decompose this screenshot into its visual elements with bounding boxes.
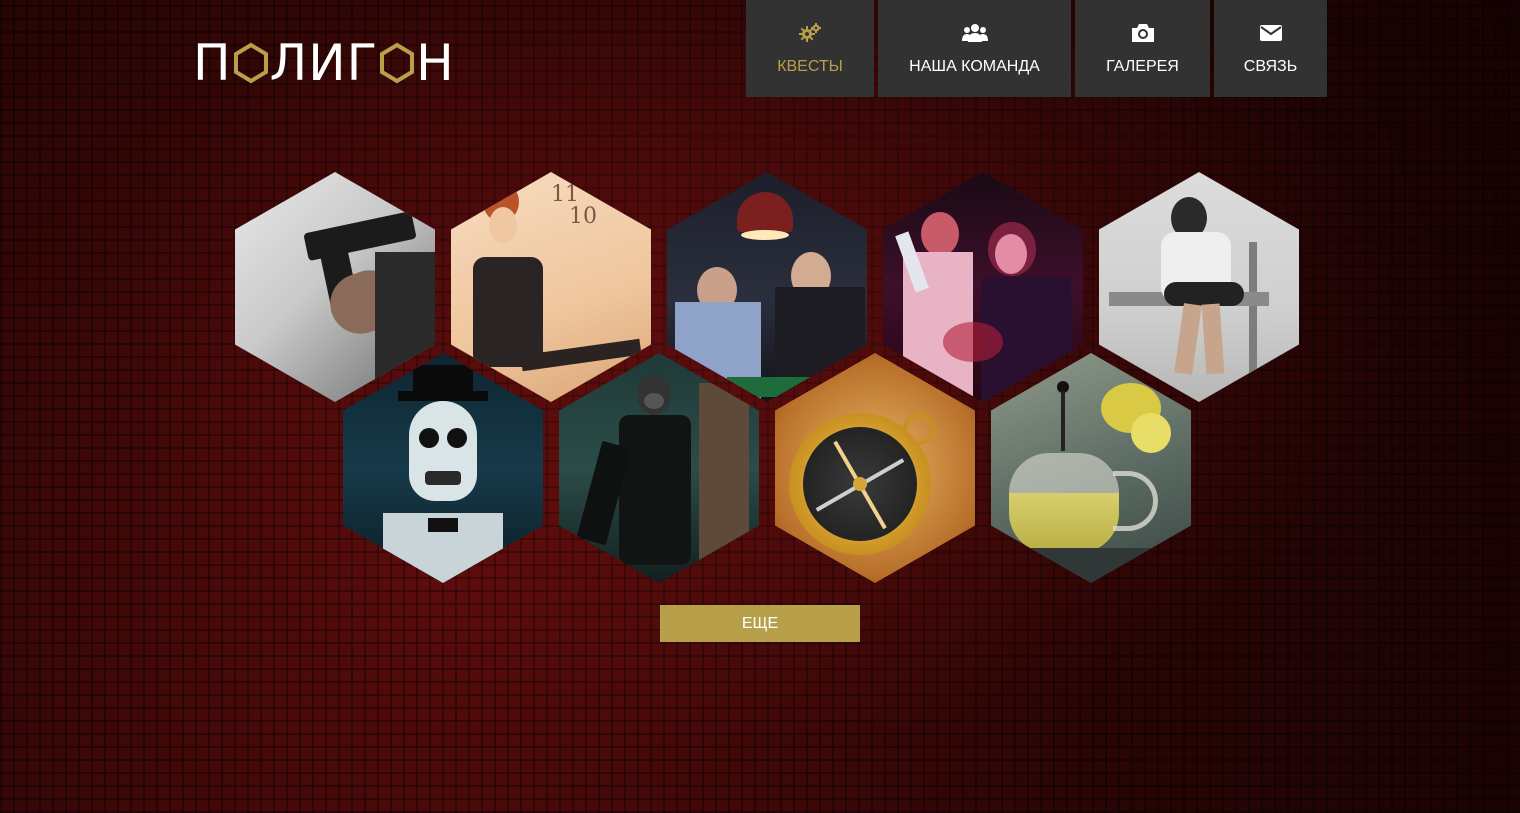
- nav-item-quests[interactable]: КВЕСТЫ: [746, 0, 874, 97]
- envelope-icon: [1259, 22, 1283, 44]
- nav-item-gallery[interactable]: ГАЛЕРЕЯ: [1075, 0, 1210, 97]
- users-icon: [961, 22, 988, 44]
- nav-label: НАША КОМАНДА: [909, 57, 1040, 75]
- nav-label: КВЕСТЫ: [777, 57, 843, 75]
- logo-hexagon-icon: [233, 42, 268, 84]
- gasmask-photo: [559, 353, 759, 583]
- compass-photo: [775, 353, 975, 583]
- skull-mask-photo: [343, 353, 543, 583]
- woman-clock-photo: 11 10: [451, 172, 651, 402]
- gun-photo: [235, 172, 435, 402]
- nav-item-contact[interactable]: СВЯЗЬ: [1214, 0, 1327, 97]
- nav-label: ГАЛЕРЕЯ: [1106, 57, 1179, 75]
- quest-tile-gasmask[interactable]: [559, 353, 759, 583]
- more-button[interactable]: ЕЩЕ: [660, 605, 860, 642]
- teapot-photo: [991, 353, 1191, 583]
- quest-tile-straitjacket[interactable]: [1099, 172, 1299, 402]
- quest-tile-men-cards[interactable]: [667, 172, 867, 402]
- logo-hexagon-icon: [380, 42, 415, 84]
- logo-letters-middle: ЛИГ: [269, 34, 379, 92]
- quest-tile-teapot[interactable]: [991, 353, 1191, 583]
- quest-tile-skull-mask[interactable]: [343, 353, 543, 583]
- nav-item-team[interactable]: НАША КОМАНДА: [878, 0, 1071, 97]
- horror-couple-photo: [883, 172, 1083, 402]
- quest-tile-gun[interactable]: [235, 172, 435, 402]
- logo-letter-n: Н: [416, 34, 455, 92]
- men-cards-photo: [667, 172, 867, 402]
- nav-label: СВЯЗЬ: [1243, 57, 1298, 75]
- logo[interactable]: П ЛИГ Н: [193, 38, 465, 88]
- gears-icon: [798, 22, 822, 44]
- logo-letter-p: П: [193, 34, 232, 92]
- camera-icon: [1130, 22, 1156, 44]
- quest-tile-compass[interactable]: [775, 353, 975, 583]
- straitjacket-photo: [1099, 172, 1299, 402]
- main-nav: КВЕСТЫ НАША КОМАНДА ГАЛЕРЕЯ СВЯЗЬ: [746, 0, 1327, 97]
- quest-tile-horror-couple[interactable]: [883, 172, 1083, 402]
- quest-tile-woman-clock[interactable]: 11 10: [451, 172, 651, 402]
